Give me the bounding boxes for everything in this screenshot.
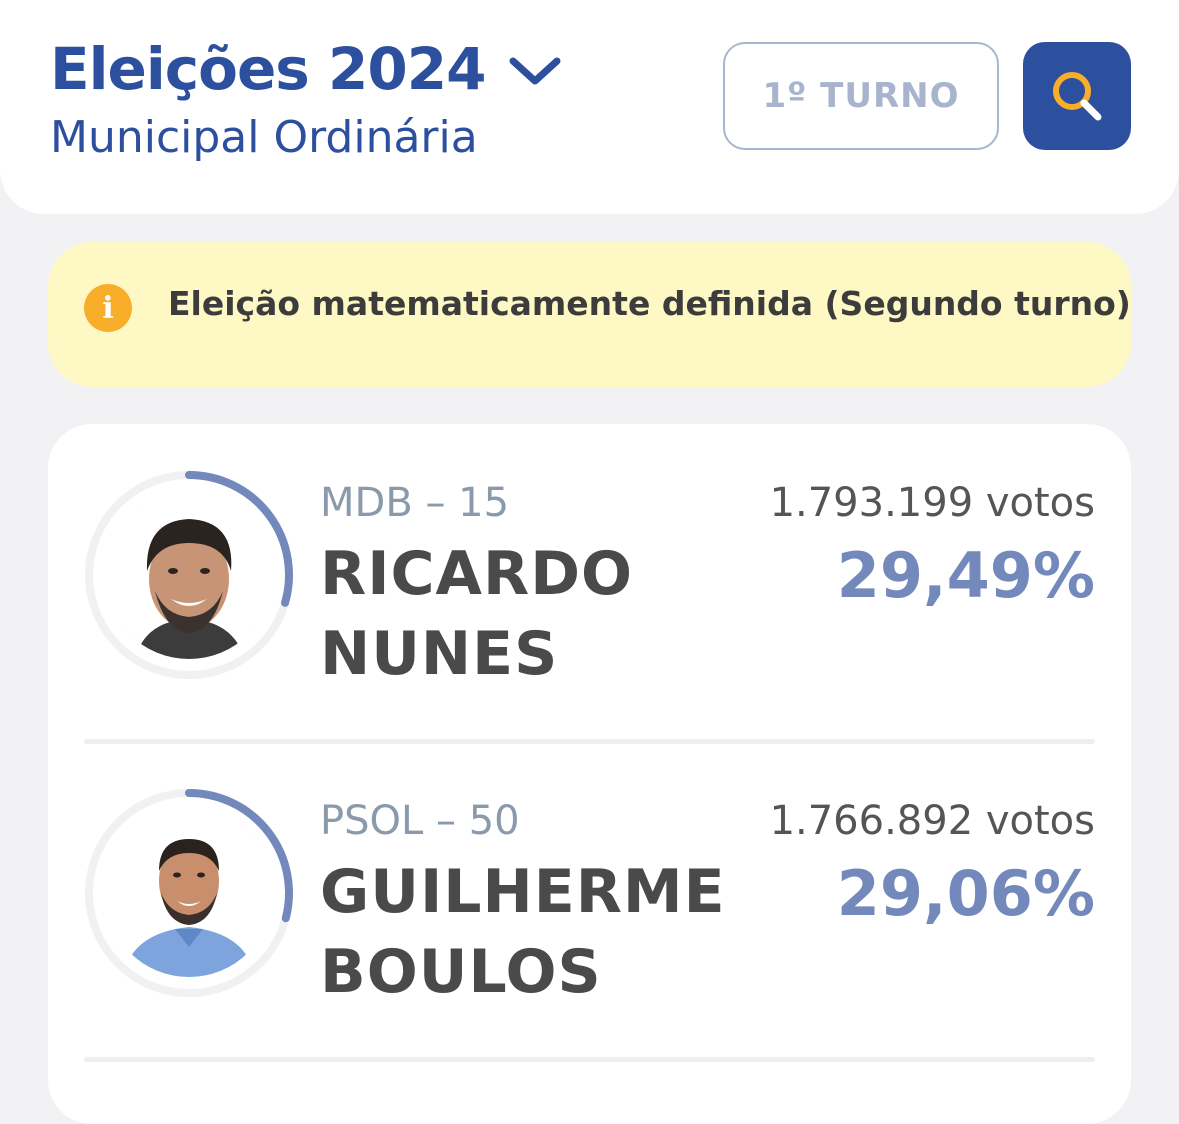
candidate-party: PSOL – 50 (320, 798, 520, 844)
candidate-row[interactable]: MDB – 15 RICARDO NUNES 1.793.199 votos 2… (48, 424, 1131, 742)
candidate-name-line1: GUILHERME (320, 857, 726, 927)
search-icon (1053, 72, 1102, 121)
candidate-percent: 29,06% (836, 857, 1095, 930)
candidate-photo (105, 491, 273, 659)
notice-text: Eleição matematicamente definida (Segund… (168, 284, 1131, 323)
election-type: Municipal Ordinária (50, 112, 478, 163)
candidate-votes: 1.766.892 votos (769, 798, 1095, 844)
candidate-name-line1: RICARDO (320, 539, 634, 609)
election-selector[interactable]: Eleições 2024 (50, 34, 561, 104)
avatar (84, 470, 294, 680)
candidate-percent: 29,49% (836, 539, 1095, 612)
avatar (84, 788, 294, 998)
candidate-name-line2: BOULOS (320, 937, 602, 1007)
candidate-photo (105, 809, 273, 977)
divider (84, 1057, 1095, 1062)
candidate-row[interactable]: PSOL – 50 GUILHERME BOULOS 1.766.892 vot… (48, 742, 1131, 1060)
page-title[interactable]: Eleições 2024 (50, 34, 486, 104)
candidate-name-line2: NUNES (320, 619, 559, 689)
candidate-party: MDB – 15 (320, 480, 510, 526)
candidate-votes: 1.793.199 votos (769, 480, 1095, 526)
info-icon: i (84, 284, 132, 332)
chevron-down-icon[interactable] (509, 56, 561, 86)
turno-button[interactable]: 1º TURNO (723, 42, 999, 150)
header: Eleições 2024 Municipal Ordinária 1º TUR… (0, 0, 1179, 214)
results-card: MDB – 15 RICARDO NUNES 1.793.199 votos 2… (48, 424, 1131, 1124)
search-button[interactable] (1023, 42, 1131, 150)
